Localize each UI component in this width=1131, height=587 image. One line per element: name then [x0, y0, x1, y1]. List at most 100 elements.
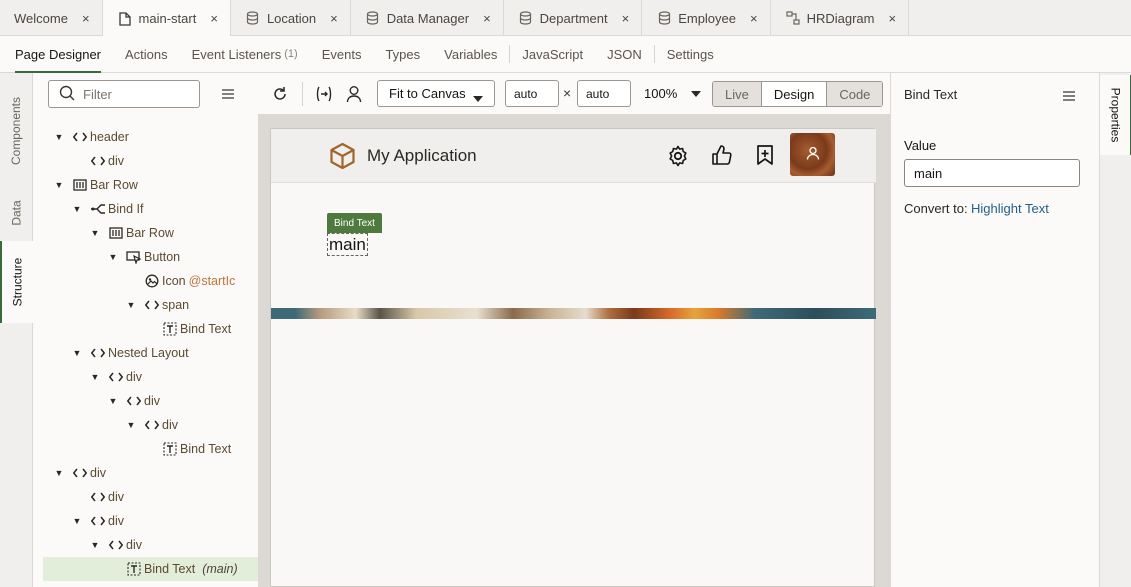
tree-node[interactable]: ▼ span	[33, 293, 258, 317]
chevron-down-icon[interactable]: ▼	[70, 204, 84, 214]
thumbs-up-icon[interactable]	[711, 144, 733, 169]
close-icon[interactable]: ×	[622, 11, 630, 26]
code-icon	[90, 345, 106, 361]
tree-node[interactable]: ▼div	[33, 533, 258, 557]
tab-structure[interactable]: Structure	[0, 241, 33, 323]
subnav-event-listeners[interactable]: Event Listeners (1)	[192, 36, 298, 73]
cube-logo-icon	[329, 142, 356, 173]
chevron-down-icon[interactable]: ▼	[52, 180, 66, 190]
tab-hrdiagram[interactable]: HRDiagram ×	[771, 0, 910, 36]
chevron-down-icon[interactable]: ▼	[88, 372, 102, 382]
tab-label: main-start	[138, 11, 197, 26]
chevron-down-icon[interactable]: ▼	[106, 252, 120, 262]
subnav-page-designer[interactable]: Page Designer	[15, 36, 101, 73]
mode-code[interactable]: Code	[827, 82, 883, 106]
close-icon[interactable]: ×	[483, 11, 491, 26]
width-input[interactable]: auto	[505, 80, 559, 107]
user-icon[interactable]	[346, 85, 362, 103]
filter-input[interactable]	[83, 86, 193, 102]
bookmark-add-icon[interactable]	[756, 144, 774, 169]
chevron-down-icon[interactable]: ▼	[88, 540, 102, 550]
tree-node-ext: (main)	[202, 562, 238, 576]
tab-data-label: Data	[9, 200, 24, 226]
avatar[interactable]	[790, 133, 835, 176]
bind-text-main[interactable]: main	[327, 233, 368, 256]
chevron-down-icon[interactable]: ▼	[52, 468, 66, 478]
right-panel-tabs: Properties	[1099, 73, 1131, 587]
tab-data-manager[interactable]: Data Manager ×	[351, 0, 504, 36]
tab-label: Data Manager	[386, 10, 470, 26]
chevron-down-icon[interactable]: ▼	[124, 420, 138, 430]
tree-node[interactable]: ▼ Nested Layout	[33, 341, 258, 365]
tree-node[interactable]: ▼div	[33, 413, 258, 437]
code-icon	[90, 513, 106, 529]
mode-design[interactable]: Design	[761, 82, 828, 106]
tab-location[interactable]: Location ×	[231, 0, 351, 36]
tree-node[interactable]: ▼ Bar Row	[33, 221, 258, 245]
editor-tab-bar: Welcome × main-start × Location × Data M…	[0, 0, 1131, 37]
filter-field[interactable]	[48, 80, 200, 108]
tab-properties[interactable]: Properties	[1100, 75, 1131, 155]
chevron-down-icon[interactable]: ▼	[124, 300, 138, 310]
tree-node[interactable]: ▼Bind Text(main)	[43, 557, 258, 581]
subnav-variables[interactable]: Variables	[444, 36, 497, 73]
tree-node-label: Button	[144, 250, 181, 264]
tab-properties-label: Properties	[1108, 87, 1123, 143]
tab-employee[interactable]: Employee ×	[642, 0, 771, 36]
settings-gear-icon[interactable]	[667, 145, 689, 170]
tree-node-label: Bar Row	[126, 226, 174, 240]
tree-node[interactable]: ▼div	[33, 149, 258, 173]
tree-node[interactable]: ▼Bind Text	[33, 317, 258, 341]
close-icon[interactable]: ×	[330, 11, 338, 26]
subnav-events[interactable]: Events	[322, 36, 362, 73]
close-icon[interactable]: ×	[82, 11, 90, 26]
refresh-icon[interactable]	[272, 86, 288, 102]
mode-live[interactable]: Live	[713, 82, 762, 106]
value-input[interactable]: main	[904, 159, 1080, 187]
tab-components[interactable]: Components	[0, 81, 33, 181]
chevron-down-icon[interactable]: ▼	[106, 396, 120, 406]
close-icon[interactable]: ×	[210, 11, 218, 26]
tree-node-label: div	[90, 466, 106, 480]
chevron-down-icon[interactable]: ▼	[70, 348, 84, 358]
tree-node-label: Bind Text	[144, 562, 196, 576]
tab-welcome[interactable]: Welcome ×	[0, 0, 103, 36]
properties-title: Bind Text	[904, 87, 958, 102]
subnav-types[interactable]: Types	[385, 36, 420, 73]
subnav-settings[interactable]: Settings	[667, 36, 714, 73]
chevron-down-icon[interactable]: ▼	[88, 228, 102, 238]
highlight-text-link[interactable]: Highlight Text	[971, 201, 1049, 216]
tree-node[interactable]: ▼ Bind If	[33, 197, 258, 221]
subnav-javascript[interactable]: JavaScript	[522, 36, 583, 73]
tab-main-start[interactable]: main-start ×	[102, 0, 231, 37]
menu-icon[interactable]	[222, 87, 234, 102]
tree-node[interactable]: ▼Icon@startIc	[33, 269, 258, 293]
tree-node[interactable]: ▼div	[33, 389, 258, 413]
tab-data[interactable]: Data	[0, 185, 33, 241]
bind-if-icon	[90, 201, 106, 217]
tab-label: Department	[539, 10, 608, 26]
chevron-down-icon[interactable]: ▼	[52, 132, 66, 142]
variable-bind-icon[interactable]	[315, 85, 333, 103]
tree-node[interactable]: ▼ Button	[33, 245, 258, 269]
tree-node[interactable]: ▼div	[33, 485, 258, 509]
tree-node[interactable]: ▼div	[33, 509, 258, 533]
app-header: My Application	[271, 129, 876, 183]
fit-to-canvas-select[interactable]: Fit to Canvas	[377, 80, 495, 107]
tree-node[interactable]: ▼ div	[33, 461, 258, 485]
close-icon[interactable]: ×	[889, 11, 897, 26]
tree-node[interactable]: ▼ Bar Row	[33, 173, 258, 197]
tree-node[interactable]: ▼ header	[33, 125, 258, 149]
tree-node[interactable]: ▼div	[33, 365, 258, 389]
zoom-select[interactable]: 100%	[644, 86, 702, 101]
chevron-down-icon[interactable]: ▼	[70, 516, 84, 526]
close-icon[interactable]: ×	[750, 11, 758, 26]
tree-node[interactable]: ▼Bind Text	[33, 437, 258, 461]
tab-department[interactable]: Department ×	[504, 0, 643, 36]
height-input[interactable]: auto	[577, 80, 631, 107]
tree-node-label: Bind Text	[180, 442, 232, 456]
menu-icon[interactable]	[1063, 89, 1075, 104]
subnav-actions[interactable]: Actions	[125, 36, 168, 73]
subnav-json[interactable]: JSON	[607, 36, 642, 73]
bind-text-icon	[126, 561, 142, 577]
